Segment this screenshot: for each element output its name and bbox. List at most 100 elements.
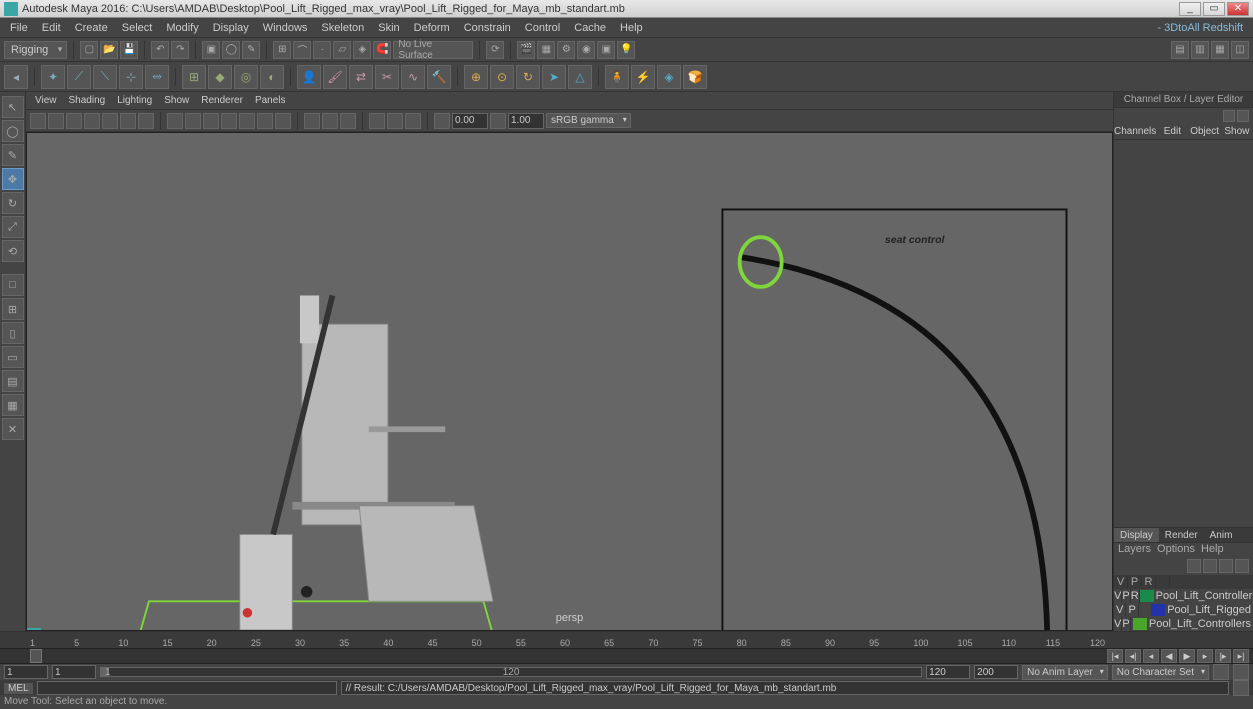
layer-tab-display[interactable]: Display — [1114, 528, 1159, 542]
lasso-icon[interactable]: ◯ — [222, 41, 240, 59]
mel-label[interactable]: MEL — [4, 683, 33, 694]
ipr-icon[interactable]: ▦ — [537, 41, 555, 59]
pole-vector-icon[interactable]: △ — [568, 65, 592, 89]
workspace-selector[interactable]: Rigging — [4, 41, 67, 59]
channel-tab-channels[interactable]: Channels — [1114, 124, 1156, 139]
menu-skin[interactable]: Skin — [372, 20, 405, 36]
image-plane-icon[interactable] — [66, 113, 82, 129]
snap-grid-icon[interactable]: ⊞ — [273, 41, 291, 59]
two-pane-v-icon[interactable]: ▯ — [2, 322, 24, 344]
play-fwd-button[interactable]: ▶ — [1179, 649, 1195, 663]
layer-playback-cell[interactable]: P — [1122, 617, 1130, 631]
ao-icon[interactable] — [257, 113, 273, 129]
layer-move-down-icon[interactable] — [1203, 559, 1217, 573]
menu-constrain[interactable]: Constrain — [458, 20, 517, 36]
ik-handle-icon[interactable]: ⟋ — [67, 65, 91, 89]
scale-tool-icon[interactable]: ⤢ — [2, 216, 24, 238]
resolution-gate-icon[interactable] — [102, 113, 118, 129]
render-settings-icon[interactable]: ⚙ — [557, 41, 575, 59]
panel-menu-renderer[interactable]: Renderer — [196, 94, 248, 107]
wrap-icon[interactable]: ◐ — [260, 65, 284, 89]
snap-curve-icon[interactable]: ⌒ — [293, 41, 311, 59]
range-startbox-input[interactable] — [52, 665, 96, 679]
close-button[interactable]: ✕ — [1227, 2, 1249, 16]
go-end-button[interactable]: ▸| — [1233, 649, 1249, 663]
smooth-shade-icon[interactable] — [185, 113, 201, 129]
snap-plane-icon[interactable]: ▱ — [333, 41, 351, 59]
autokey-icon[interactable] — [1213, 664, 1229, 680]
film-gate-icon[interactable] — [84, 113, 100, 129]
attr-editor-toggle-icon[interactable]: ▦ — [1211, 41, 1229, 59]
hud-icon[interactable] — [387, 113, 403, 129]
layer-sub-layers[interactable]: Layers — [1118, 543, 1151, 557]
paint-weights-icon[interactable]: 🖌 — [323, 65, 347, 89]
layer-color-swatch[interactable] — [1151, 604, 1165, 616]
range-end2-input[interactable] — [974, 665, 1018, 679]
move-tool-icon[interactable]: ✥ — [2, 168, 24, 190]
menu-deform[interactable]: Deform — [408, 20, 456, 36]
layer-playback-cell[interactable]: P — [1122, 589, 1130, 603]
ik-spline-icon[interactable]: ⟍ — [93, 65, 117, 89]
time-ruler[interactable]: 1510152025303540455055606570758085909510… — [0, 632, 1253, 648]
snap-live-icon[interactable]: ◈ — [353, 41, 371, 59]
shadows-icon[interactable] — [239, 113, 255, 129]
motion-blur-icon[interactable] — [275, 113, 291, 129]
menu-control[interactable]: Control — [519, 20, 566, 36]
detach-skin-icon[interactable]: ✂ — [375, 65, 399, 89]
xray-joints-icon[interactable] — [340, 113, 356, 129]
menu-modify[interactable]: Modify — [160, 20, 204, 36]
anim-layer-dropdown[interactable]: No Anim Layer — [1022, 665, 1108, 680]
menu-windows[interactable]: Windows — [257, 20, 314, 36]
plugin-menu-label[interactable]: - 3DtoAll Redshift — [1151, 20, 1249, 36]
layer-row[interactable]: VPRPool_Lift_Controllers_f — [1114, 589, 1253, 603]
script-editor-icon[interactable] — [1233, 680, 1249, 696]
bind-skin-icon[interactable]: 👤 — [297, 65, 321, 89]
four-pane-icon[interactable]: ⊞ — [2, 298, 24, 320]
layer-playback-cell[interactable]: P — [1126, 603, 1138, 617]
menu-select[interactable]: Select — [116, 20, 159, 36]
hypershade-icon[interactable]: ◉ — [577, 41, 595, 59]
channel-tab-show[interactable]: Show — [1221, 124, 1253, 139]
hammer-weights-icon[interactable]: 🔨 — [427, 65, 451, 89]
point-constraint-icon[interactable]: ⊙ — [490, 65, 514, 89]
layout-x-icon[interactable]: ✕ — [2, 418, 24, 440]
parent-constraint-icon[interactable]: ⊕ — [464, 65, 488, 89]
layer-row[interactable]: VPPool_Lift_Controllers — [1114, 617, 1253, 631]
isolate-icon[interactable] — [304, 113, 320, 129]
panel-menu-shading[interactable]: Shading — [64, 94, 111, 107]
channel-menu-icon[interactable] — [1223, 110, 1235, 122]
layer-new-selected-icon[interactable] — [1235, 559, 1249, 573]
layer-vis-cell[interactable]: V — [1114, 589, 1122, 603]
render-view-icon[interactable]: ▣ — [597, 41, 615, 59]
outliner-layout-icon[interactable]: ▤ — [2, 370, 24, 392]
channel-close-icon[interactable] — [1237, 110, 1249, 122]
undo-icon[interactable]: ↶ — [151, 41, 169, 59]
command-input[interactable] — [37, 681, 337, 695]
layer-new-empty-icon[interactable] — [1219, 559, 1233, 573]
layer-tab-anim[interactable]: Anim — [1204, 528, 1239, 542]
two-pane-h-icon[interactable]: ▭ — [2, 346, 24, 368]
insert-joint-icon[interactable]: ⊹ — [119, 65, 143, 89]
panel-menu-show[interactable]: Show — [159, 94, 194, 107]
lasso-tool-icon[interactable]: ◯ — [2, 120, 24, 142]
layer-sub-options[interactable]: Options — [1157, 543, 1195, 557]
shelf-tab-selector-icon[interactable]: ◂ — [4, 65, 28, 89]
smooth-skin-icon[interactable]: ∿ — [401, 65, 425, 89]
layer-vis-cell[interactable]: V — [1114, 617, 1122, 631]
control-rig-icon[interactable]: ◈ — [657, 65, 681, 89]
maximize-button[interactable]: ▭ — [1203, 2, 1225, 16]
play-back-button[interactable]: ◀ — [1161, 649, 1177, 663]
toolsettings-toggle-icon[interactable]: ▥ — [1191, 41, 1209, 59]
layer-ref-cell[interactable]: R — [1131, 589, 1140, 603]
mirror-weights-icon[interactable]: ⇄ — [349, 65, 373, 89]
paint-select-tool-icon[interactable]: ✎ — [2, 144, 24, 166]
persp-graph-layout-icon[interactable]: ▦ — [2, 394, 24, 416]
range-slider[interactable]: 1 120 — [100, 667, 922, 677]
wireframe-icon[interactable] — [167, 113, 183, 129]
color-mgmt-dropdown[interactable]: sRGB gamma — [546, 113, 631, 128]
mirror-joint-icon[interactable]: ⥈ — [145, 65, 169, 89]
open-scene-icon[interactable]: 📂 — [100, 41, 118, 59]
menu-skeleton[interactable]: Skeleton — [315, 20, 370, 36]
step-back-key-button[interactable]: ◂| — [1125, 649, 1141, 663]
quickrig-icon[interactable]: ⚡ — [631, 65, 655, 89]
